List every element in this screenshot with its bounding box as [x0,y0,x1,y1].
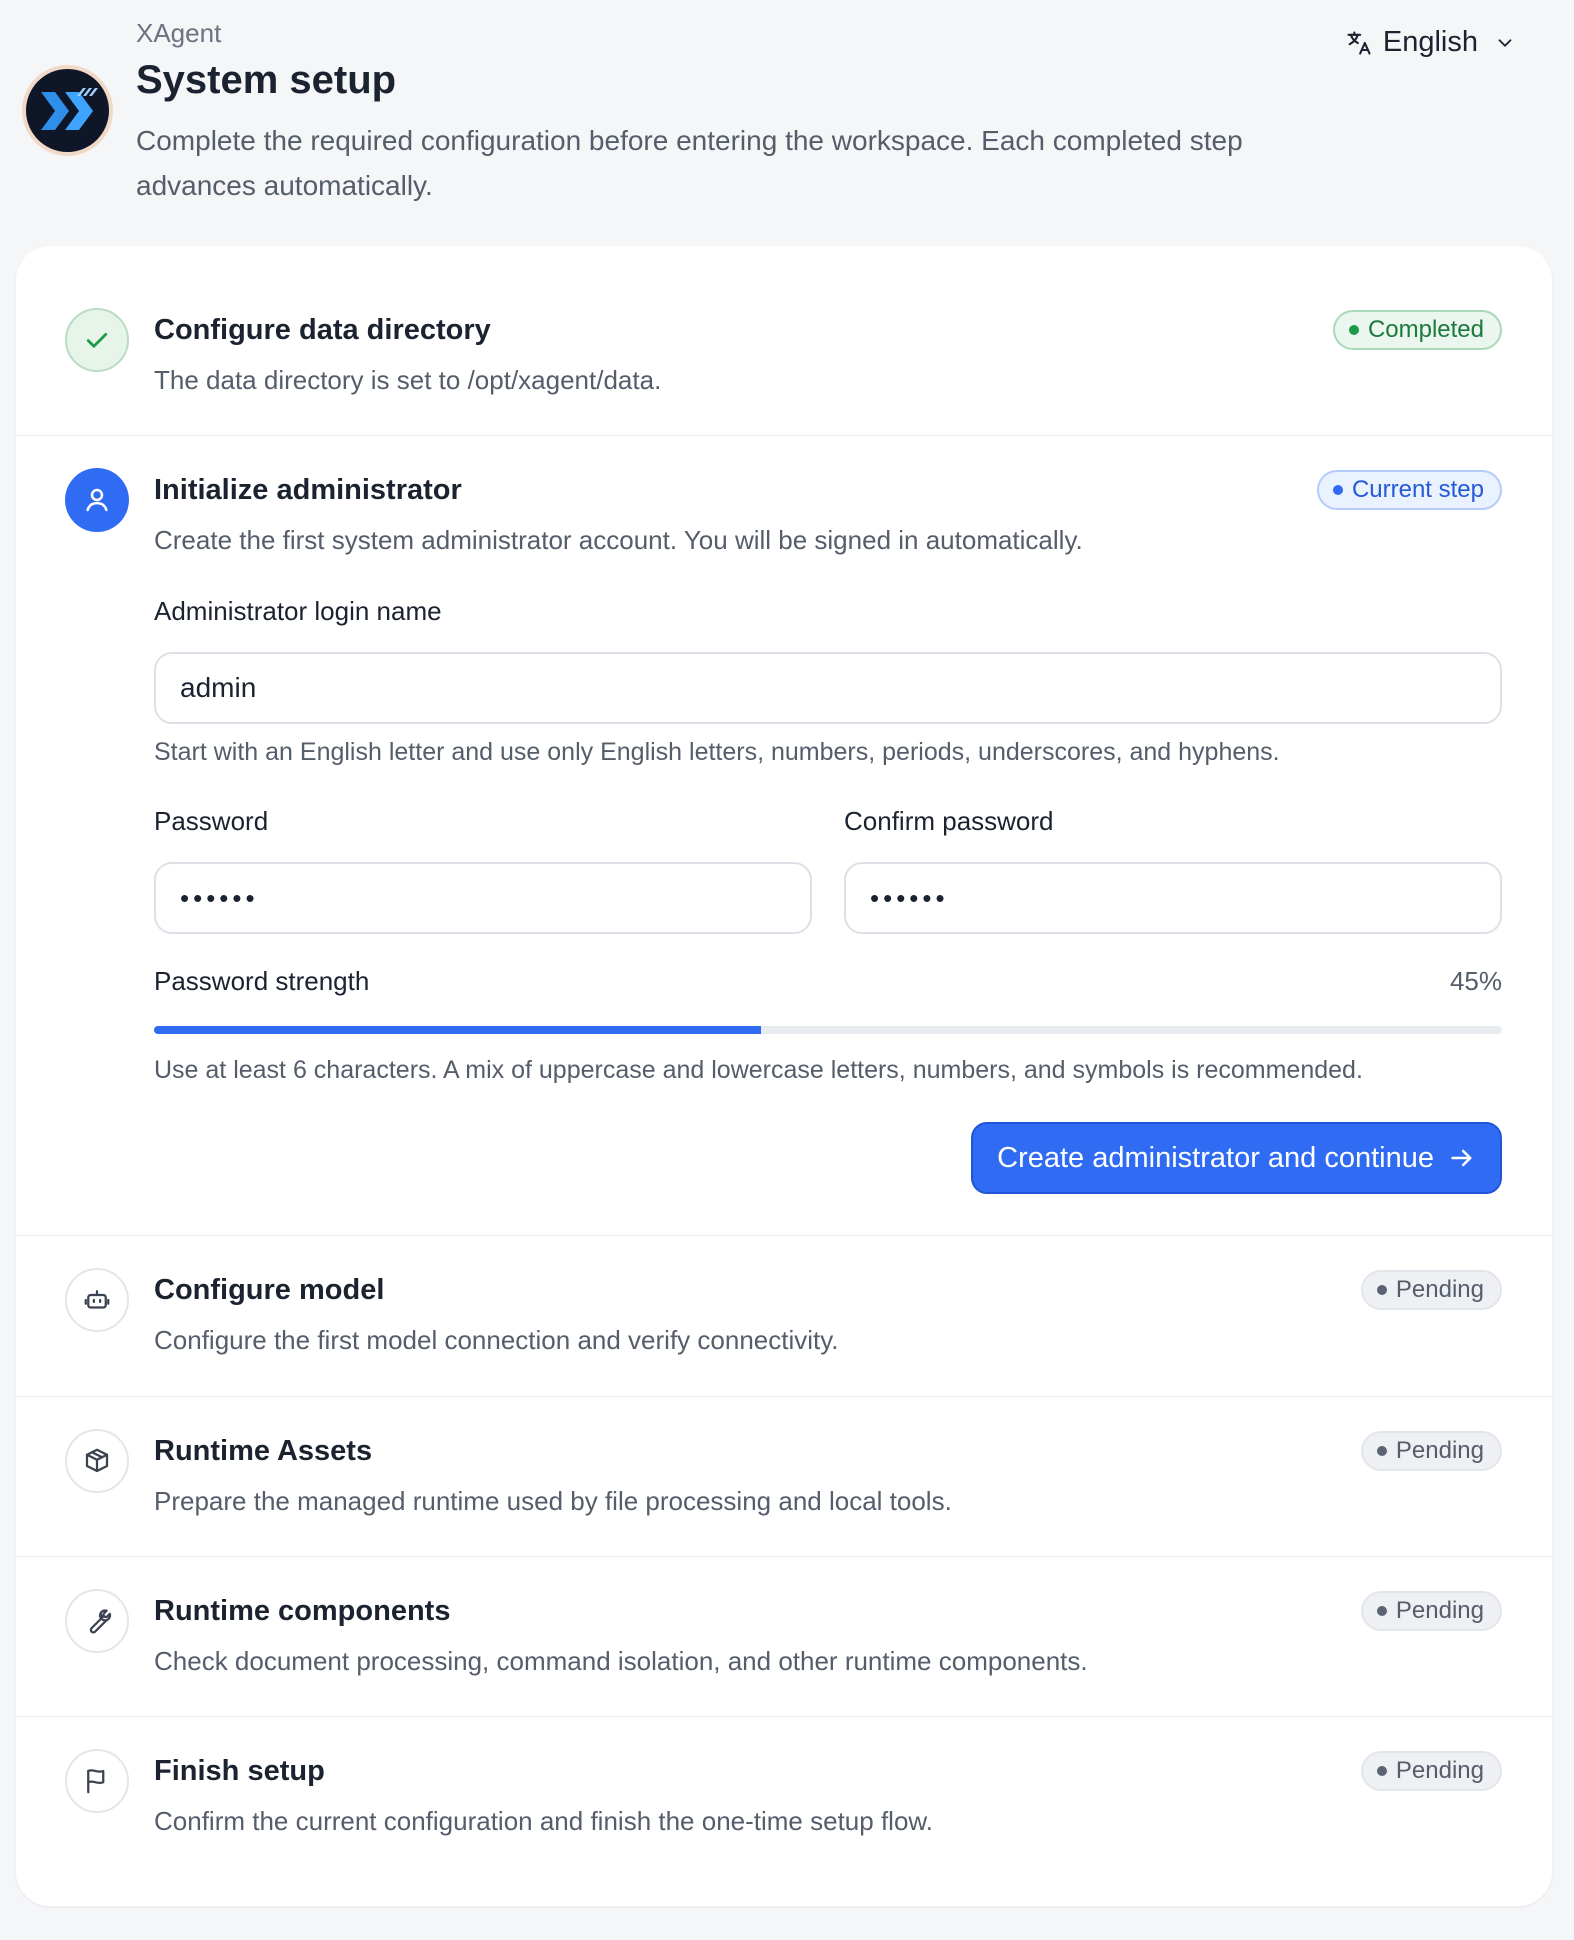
app-name: XAgent [136,18,222,48]
step-runtime-components: Runtime components Check document proces… [16,1557,1552,1717]
xagent-logo [22,65,113,156]
status-badge-label: Pending [1395,1597,1484,1624]
chevron-down-icon [1498,38,1512,47]
step-title: Finish setup [154,1755,325,1787]
step-description: Check document processing, command isola… [154,1646,1088,1676]
step-status-indicator [65,1589,129,1653]
step-title: Runtime Assets [154,1435,373,1467]
step-status-indicator [65,308,129,372]
create-administrator-button[interactable]: Create administrator and continue [971,1122,1502,1194]
translate-icon [1347,30,1371,55]
password-input[interactable] [154,862,812,934]
step-description: Prepare the managed runtime used by file… [154,1486,952,1516]
status-badge: Pending [1360,1270,1502,1310]
step-title: Runtime components [154,1595,451,1627]
step-status-indicator [65,1429,129,1493]
status-badge-label: Pending [1395,1437,1484,1464]
step-description: Create the first system administrator ac… [154,525,1083,555]
status-badge-label: Pending [1395,1757,1484,1784]
status-badge-label: Completed [1367,316,1484,343]
password-strength-label: Password strength [154,966,370,996]
step-title: Initialize administrator [154,474,462,506]
step-configure-data-directory: Configure data directory The data direct… [16,246,1552,436]
arrow-right-icon [1451,1149,1472,1167]
status-badge: Current step [1316,470,1502,510]
status-dot [1376,1606,1387,1616]
page-title: System setup [136,58,397,102]
robot-icon [84,1290,110,1309]
package-icon [85,1448,109,1473]
check-icon [86,333,108,348]
step-status-indicator [65,468,129,532]
create-administrator-button-label: Create administrator and continue [997,1141,1434,1174]
step-status-indicator [65,1749,129,1813]
step-description: The data directory is set to /opt/xagent… [154,365,662,395]
confirm-password-input[interactable] [844,862,1502,934]
password-strength-hint: Use at least 6 characters. A mix of uppe… [154,1056,1363,1084]
password-strength-bar [154,1026,1502,1034]
step-configure-model: Configure model Configure the first mode… [16,1236,1552,1397]
step-title: Configure model [154,1274,385,1306]
setup-steps-card: Configure data directory The data direct… [16,246,1552,1906]
language-selector[interactable]: English [1345,26,1516,59]
step-initialize-administrator: Initialize administrator Create the firs… [16,436,1552,1236]
status-dot [1376,1446,1387,1456]
step-status-indicator [65,1268,129,1332]
status-badge: Pending [1360,1751,1502,1791]
step-description: Confirm the current configuration and fi… [154,1806,933,1836]
confirm-password-label: Confirm password [844,806,1054,836]
password-strength-fill [154,1026,761,1034]
language-label: English [1382,26,1478,58]
x-logo-icon [40,87,98,130]
user-icon [86,488,108,512]
status-dot [1348,325,1359,335]
status-dot [1332,485,1343,495]
page-subtitle: Complete the required configuration befo… [136,125,1243,201]
step-description: Configure the first model connection and… [154,1325,839,1355]
login-name-label: Administrator login name [154,596,442,626]
status-badge-label: Current step [1351,476,1484,503]
status-badge: Pending [1360,1591,1502,1631]
step-finish-setup: Finish setup Confirm the current configu… [16,1717,1552,1906]
status-badge-label: Pending [1395,1276,1484,1303]
login-name-hint: Start with an English letter and use onl… [154,738,1280,766]
status-badge: Pending [1360,1431,1502,1471]
password-strength-value: 45% [1449,966,1502,996]
step-runtime-assets: Runtime Assets Prepare the managed runti… [16,1397,1552,1557]
flag-icon [87,1769,105,1794]
page-header: XAgent System setup Complete the require… [0,0,1574,240]
status-dot [1376,1285,1387,1295]
step-title: Configure data directory [154,314,491,346]
status-dot [1376,1766,1387,1776]
status-badge: Completed [1332,310,1502,350]
login-name-input[interactable] [154,652,1502,724]
password-label: Password [154,806,269,836]
wrench-icon [89,1609,112,1634]
